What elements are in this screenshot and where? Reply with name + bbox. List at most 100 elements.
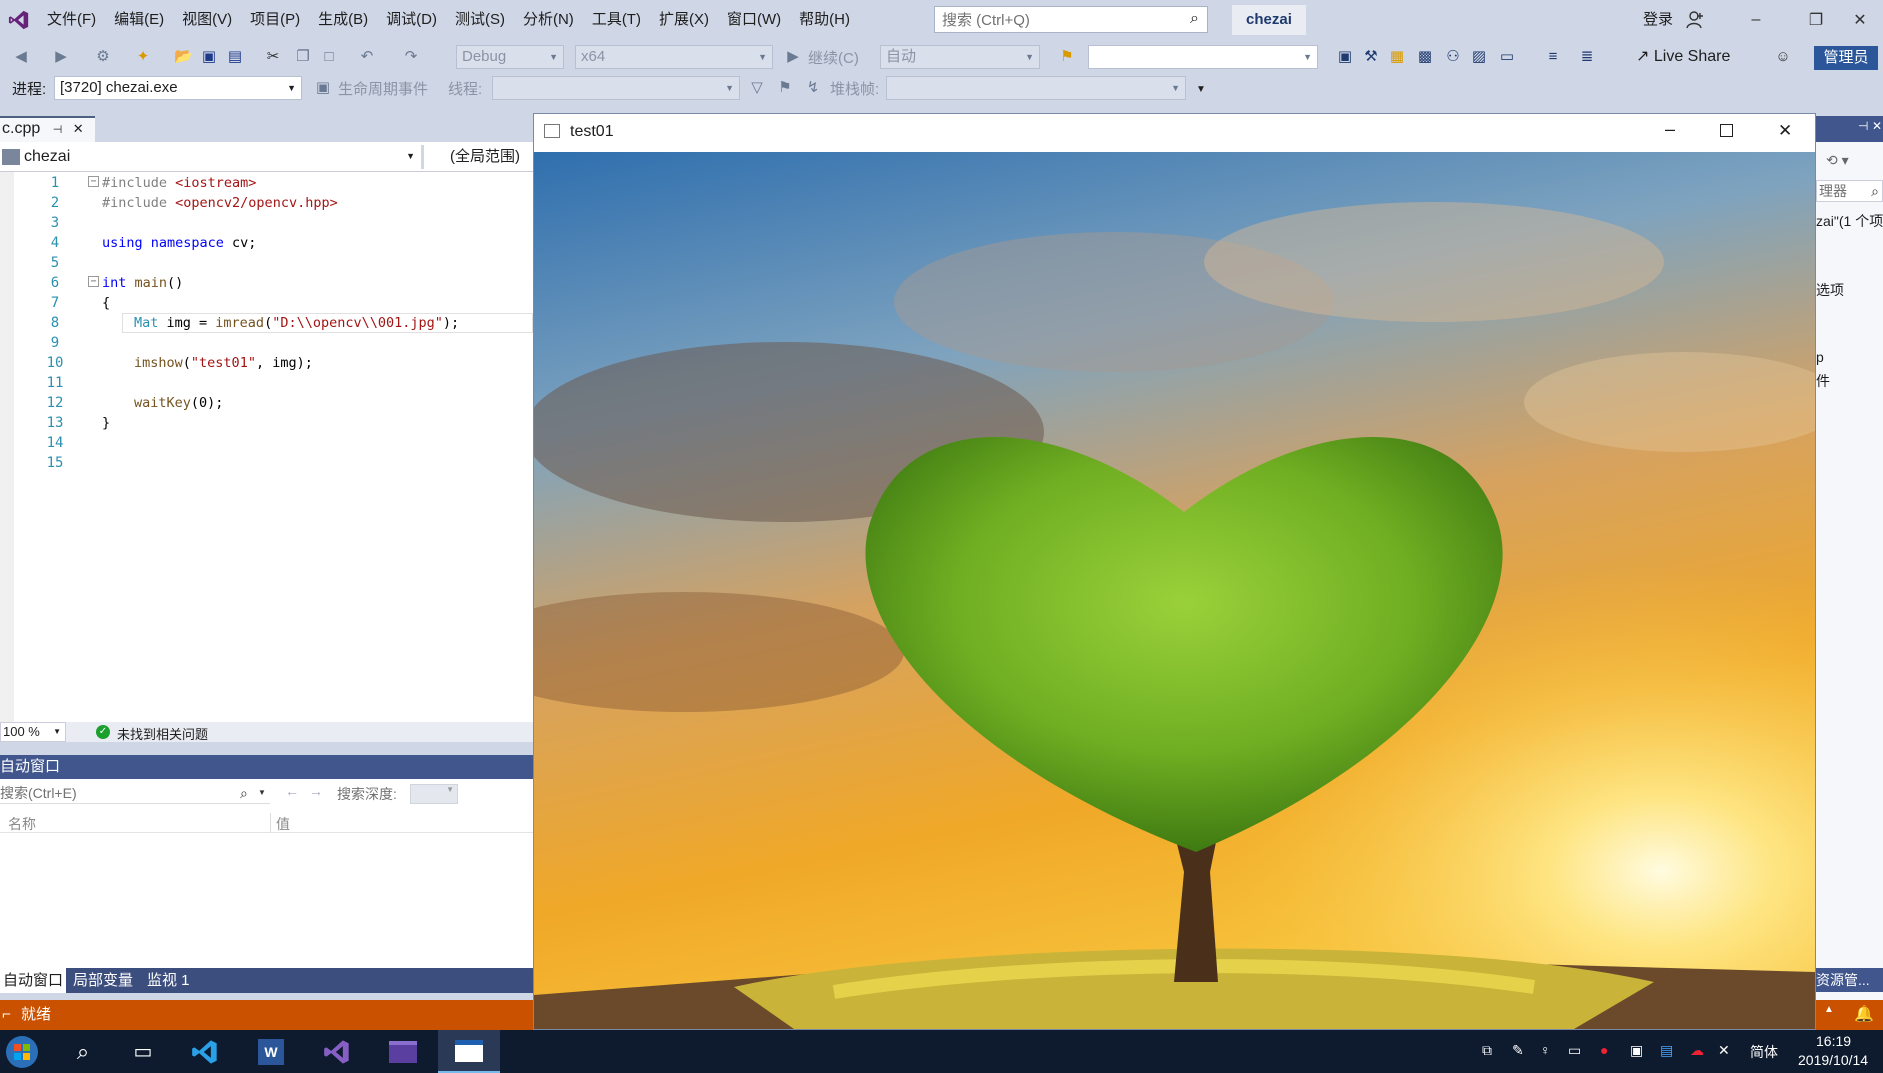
- vscode-taskbar-icon[interactable]: [174, 1030, 236, 1073]
- save-all-icon[interactable]: ▤: [226, 48, 244, 66]
- clock-time[interactable]: 16:19: [1816, 1033, 1851, 1049]
- menu-test[interactable]: 测试(S): [446, 0, 514, 40]
- visual-studio-logo-icon[interactable]: [0, 0, 38, 40]
- layout-icon[interactable]: ≡: [1544, 48, 1562, 66]
- search-input[interactable]: 搜索 (Ctrl+Q) ⌕: [934, 6, 1208, 33]
- p-node-label[interactable]: p: [1816, 349, 1824, 365]
- menu-tools[interactable]: 工具(T): [583, 0, 650, 40]
- pin-icon[interactable]: ⊣: [1858, 119, 1868, 133]
- issues-status[interactable]: 未找到相关问题: [117, 724, 208, 743]
- opencv-window-taskbar-icon[interactable]: [438, 1030, 500, 1073]
- wrench-icon[interactable]: ⚒: [1362, 48, 1380, 66]
- feedback-icon[interactable]: ☺: [1774, 48, 1792, 66]
- admin-badge[interactable]: 管理员: [1814, 46, 1878, 70]
- cut-icon[interactable]: ✂: [264, 48, 282, 66]
- close-window-button[interactable]: ✕: [1837, 0, 1883, 40]
- find-in-files-icon[interactable]: ⚑: [1058, 48, 1076, 66]
- platform-dropdown[interactable]: x64 ▼: [575, 45, 773, 69]
- app-tray-icon[interactable]: ●: [1600, 1042, 1608, 1058]
- flag-thread-icon[interactable]: ⚑: [776, 79, 794, 97]
- redo-icon[interactable]: ↷: [402, 48, 420, 66]
- notifications-icon[interactable]: 🔔: [1854, 1004, 1874, 1024]
- collapse-icon[interactable]: −: [88, 276, 99, 287]
- continue-play-icon[interactable]: ▶: [784, 48, 802, 66]
- opencv-image-window[interactable]: test01 – ✕: [533, 113, 1816, 1030]
- search-back-icon[interactable]: ←: [285, 783, 299, 799]
- tab-autos[interactable]: 自动窗口: [0, 968, 67, 993]
- lifecycle-events-button[interactable]: 生命周期事件: [338, 78, 428, 99]
- search-taskbar-icon[interactable]: ⌕: [52, 1030, 114, 1073]
- auto-dropdown[interactable]: 自动 ▼: [880, 45, 1040, 69]
- scope-dropdown[interactable]: (全局范围): [450, 145, 520, 169]
- autos-search-input[interactable]: 搜索(Ctrl+E) ⌕ ▼: [0, 782, 270, 804]
- column-header-value[interactable]: 值: [276, 814, 290, 834]
- battery-icon[interactable]: ▭: [1568, 1042, 1581, 1059]
- close-panel-icon[interactable]: ✕: [1872, 119, 1882, 133]
- tab-c-cpp[interactable]: c.cpp ⊣ ✕: [0, 116, 95, 142]
- menu-debug[interactable]: 调试(D): [377, 0, 446, 40]
- pen-icon[interactable]: ✎: [1512, 1042, 1524, 1059]
- paste-icon[interactable]: □: [320, 48, 338, 66]
- network-icon[interactable]: ⧉: [1482, 1042, 1492, 1059]
- column-header-name[interactable]: 名称: [8, 814, 36, 834]
- menu-project[interactable]: 项目(P): [241, 0, 309, 40]
- console-taskbar-icon[interactable]: [372, 1030, 434, 1073]
- menu-analyze[interactable]: 分析(N): [514, 0, 583, 40]
- display-icon[interactable]: ▣: [1630, 1042, 1643, 1059]
- user-icon[interactable]: [1686, 10, 1704, 30]
- close-image-window-button[interactable]: ✕: [1778, 121, 1792, 141]
- arrow-up-icon[interactable]: ▲: [1824, 1004, 1834, 1015]
- options-node-label[interactable]: 选项: [1816, 280, 1844, 300]
- menu-window[interactable]: 窗口(W): [718, 0, 790, 40]
- configuration-dropdown[interactable]: Debug ▼: [456, 45, 564, 69]
- menu-file[interactable]: 文件(F): [38, 0, 105, 40]
- tool-6-icon[interactable]: ▨: [1470, 48, 1488, 66]
- new-project-icon[interactable]: ✦: [134, 48, 152, 66]
- menu-extensions[interactable]: 扩展(X): [650, 0, 718, 40]
- terminal-icon[interactable]: ▭: [1498, 48, 1516, 66]
- visual-studio-taskbar-icon[interactable]: [306, 1030, 368, 1073]
- live-share-button[interactable]: ↗ Live Share: [1636, 40, 1730, 73]
- solution-node-label[interactable]: zai"(1 个项: [1816, 211, 1883, 231]
- continue-button[interactable]: 继续(C): [808, 47, 859, 68]
- tool-1-icon[interactable]: ▣: [1336, 48, 1354, 66]
- find-combo[interactable]: ▼: [1088, 45, 1318, 69]
- project-dropdown[interactable]: chezai ▼: [0, 145, 424, 169]
- tab-locals[interactable]: 局部变量: [70, 968, 136, 993]
- login-link[interactable]: 登录: [1643, 0, 1673, 40]
- menu-view[interactable]: 视图(V): [173, 0, 241, 40]
- maximize-image-window-button[interactable]: [1720, 124, 1733, 137]
- solution-search-input[interactable]: 理器 ⌕: [1816, 180, 1883, 202]
- minimize-image-window-button[interactable]: –: [1665, 119, 1675, 140]
- search-depth-dropdown[interactable]: ▼: [410, 784, 458, 804]
- process-dropdown[interactable]: [3720] chezai.exe ▼: [54, 76, 302, 100]
- solution-explorer-icon[interactable]: ⚙: [94, 48, 112, 66]
- tab-solution-explorer[interactable]: 资源管...: [1816, 968, 1883, 992]
- volume-muted-icon[interactable]: ✕: [1718, 1042, 1730, 1059]
- pin-icon[interactable]: ⊣: [53, 124, 63, 136]
- copy-icon[interactable]: ❐: [294, 48, 312, 66]
- filter-icon[interactable]: ▽: [748, 79, 766, 97]
- solution-explorer-titlebar[interactable]: ⊣ ✕: [1816, 116, 1883, 142]
- close-tab-icon[interactable]: ✕: [73, 121, 84, 136]
- search-forward-icon[interactable]: →: [309, 783, 323, 799]
- image-window-titlebar[interactable]: test01 – ✕: [534, 114, 1815, 152]
- navigate-forward-icon[interactable]: ▶: [52, 48, 70, 66]
- team-icon[interactable]: ⚇: [1444, 48, 1462, 66]
- undo-icon[interactable]: ↶: [358, 48, 376, 66]
- tool-3-icon[interactable]: ▦: [1388, 48, 1406, 66]
- thread-dropdown[interactable]: ▼: [492, 76, 740, 100]
- save-icon[interactable]: ▣: [200, 48, 218, 66]
- input-tray-icon[interactable]: ▤: [1660, 1042, 1673, 1059]
- menu-help[interactable]: 帮助(H): [790, 0, 859, 40]
- clock-date[interactable]: 2019/10/14: [1798, 1052, 1868, 1068]
- toolbar-options-icon[interactable]: ▼: [1192, 81, 1210, 99]
- expand-callstack-icon[interactable]: ↯: [804, 79, 822, 97]
- collapse-icon[interactable]: −: [88, 176, 99, 187]
- start-button[interactable]: [0, 1030, 44, 1073]
- menu-build[interactable]: 生成(B): [309, 0, 377, 40]
- cloud-tray-icon[interactable]: ☁: [1690, 1042, 1704, 1059]
- ime-indicator[interactable]: 简体: [1750, 1042, 1778, 1062]
- code-editor[interactable]: 1 2 3 4 5 6 7 8 9 10 11 12 13 14 15 − − #include <iost…: [0, 172, 533, 722]
- open-folder-icon[interactable]: 📂: [174, 48, 193, 66]
